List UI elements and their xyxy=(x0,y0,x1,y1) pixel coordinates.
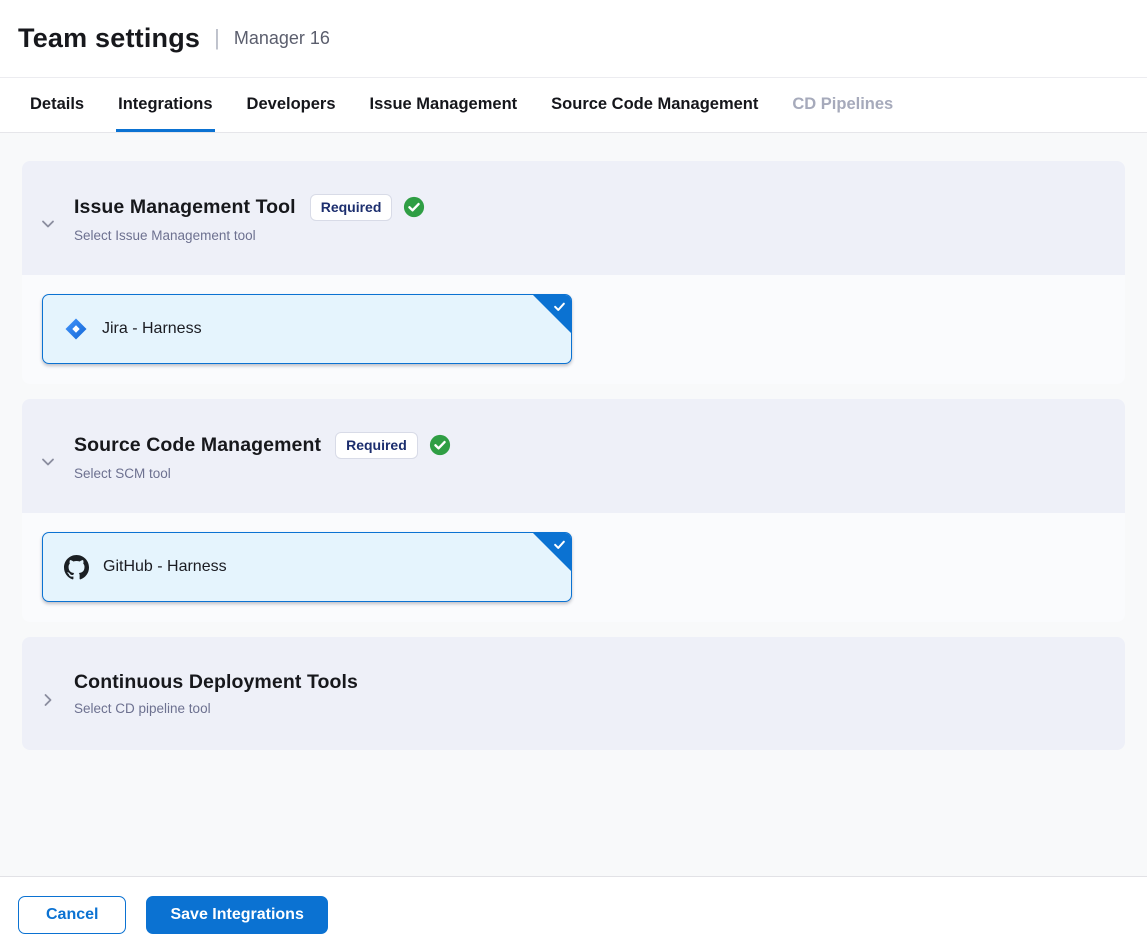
chevron-down-icon xyxy=(22,202,74,234)
page-title: Team settings xyxy=(18,23,200,54)
check-circle-icon xyxy=(429,434,451,456)
issue-management-section-header[interactable]: Issue Management Tool Required Select Is… xyxy=(22,161,1125,275)
tab-cd-pipelines: CD Pipelines xyxy=(790,78,895,132)
page-header: Team settings | Manager 16 xyxy=(0,0,1147,78)
required-badge: Required xyxy=(310,194,393,221)
tab-issue-management[interactable]: Issue Management xyxy=(368,78,520,132)
team-name: Manager 16 xyxy=(234,28,330,49)
issue-management-options: Jira - Harness xyxy=(22,275,1125,384)
selected-check-icon xyxy=(533,295,571,333)
section-subtitle: Select Issue Management tool xyxy=(74,228,425,243)
github-harness-option[interactable]: GitHub - Harness xyxy=(42,532,572,602)
cd-tools-section-header[interactable]: Continuous Deployment Tools Select CD pi… xyxy=(22,637,1125,750)
selected-check-icon xyxy=(533,533,571,571)
required-badge: Required xyxy=(335,432,418,459)
cancel-button[interactable]: Cancel xyxy=(18,896,126,934)
tab-source-code-management[interactable]: Source Code Management xyxy=(549,78,760,132)
scm-options: GitHub - Harness xyxy=(22,513,1125,622)
jira-harness-option[interactable]: Jira - Harness xyxy=(42,294,572,364)
tab-details[interactable]: Details xyxy=(28,78,86,132)
github-icon xyxy=(64,555,89,580)
chevron-right-icon xyxy=(22,678,74,710)
source-code-management-section-header[interactable]: Source Code Management Required Select S… xyxy=(22,399,1125,513)
section-subtitle: Select CD pipeline tool xyxy=(74,701,358,716)
source-code-management-section: Source Code Management Required Select S… xyxy=(22,399,1125,622)
footer-bar: Cancel Save Integrations xyxy=(0,876,1147,952)
save-integrations-button[interactable]: Save Integrations xyxy=(146,896,327,934)
section-title: Issue Management Tool xyxy=(74,196,296,219)
jira-icon xyxy=(64,317,88,341)
tab-bar: Details Integrations Developers Issue Ma… xyxy=(0,78,1147,133)
check-circle-icon xyxy=(403,196,425,218)
tab-integrations[interactable]: Integrations xyxy=(116,78,214,132)
tab-developers[interactable]: Developers xyxy=(245,78,338,132)
team-settings-page: Team settings | Manager 16 Details Integ… xyxy=(0,0,1147,952)
integrations-panel: Issue Management Tool Required Select Is… xyxy=(0,133,1147,876)
title-divider: | xyxy=(214,25,220,51)
tool-label: Jira - Harness xyxy=(102,320,202,338)
issue-management-section: Issue Management Tool Required Select Is… xyxy=(22,161,1125,384)
chevron-down-icon xyxy=(22,440,74,472)
section-title: Continuous Deployment Tools xyxy=(74,671,358,694)
cd-tools-section: Continuous Deployment Tools Select CD pi… xyxy=(22,637,1125,750)
tool-label: GitHub - Harness xyxy=(103,558,227,576)
section-subtitle: Select SCM tool xyxy=(74,466,451,481)
section-title: Source Code Management xyxy=(74,434,321,457)
